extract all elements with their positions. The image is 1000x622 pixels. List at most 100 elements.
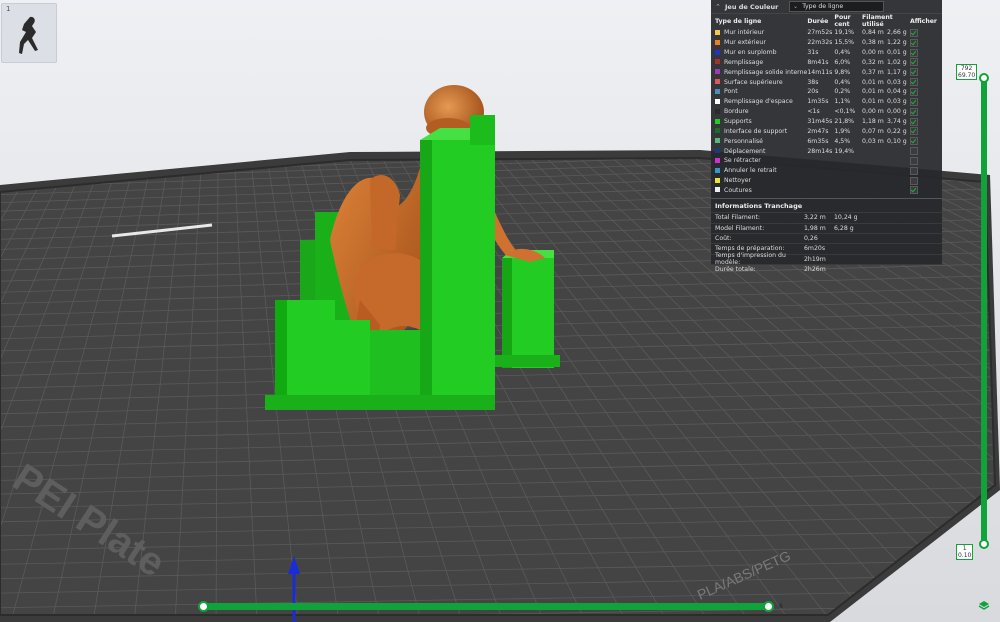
color-swatch [715, 108, 720, 114]
row-filament: 1,18 m 3,74 g [862, 117, 910, 127]
row-show [909, 97, 937, 107]
row-percent: 19,1% [834, 29, 855, 37]
show-checkbox[interactable] [909, 87, 918, 96]
show-checkbox[interactable] [909, 137, 918, 146]
slice-info-row: Model Filament: 1,98 m 6,28 g [711, 222, 942, 233]
row-weight: 0,10 g [887, 137, 907, 145]
row-label-text: Mur intérieur [724, 29, 765, 37]
show-checkbox[interactable] [909, 117, 918, 126]
row-show [909, 38, 937, 48]
row-label: Remplissage d'espace [715, 97, 807, 107]
slice-value: 2h26m [804, 265, 826, 273]
show-checkbox[interactable] [909, 48, 918, 57]
table-row: Déplacement 28m14s 19,4% [715, 146, 937, 156]
table-row: Pont 20s 0,2% 0,01 m 0,04 g [715, 87, 937, 97]
layer-slider-bottom-handle[interactable] [979, 539, 989, 549]
show-checkbox[interactable] [909, 68, 918, 77]
row-label: Remplissage [715, 58, 807, 68]
chevron-down-icon: ⌄ [793, 3, 799, 10]
row-duration [807, 186, 834, 196]
show-checkbox[interactable] [909, 147, 918, 156]
show-checkbox[interactable] [909, 156, 918, 165]
collapse-icon[interactable]: ⌃ [715, 3, 723, 11]
row-filament: 0,84 m 2,66 g [862, 28, 910, 38]
row-duration: 38s [807, 78, 819, 86]
table-header: Type de ligne Durée Pour cent Filament u… [715, 14, 937, 28]
slice-info-title: Informations Tranchage [711, 198, 942, 212]
row-label-text: Remplissage solide interne [724, 68, 808, 76]
row-filament: 0,00 m 0,01 g [862, 48, 910, 58]
row-label: Coutures [715, 186, 807, 196]
row-weight: 0,00 g [887, 108, 907, 116]
row-percent: 6,0% [834, 58, 851, 66]
show-checkbox[interactable] [909, 107, 918, 116]
color-swatch [715, 29, 720, 35]
row-label: Personnalisé [715, 136, 807, 146]
table-row: Se rétracter [715, 156, 937, 166]
row-duration: 31s [807, 49, 819, 57]
row-label: Interface de support [715, 126, 807, 136]
row-weight: 0,04 g [887, 88, 907, 96]
show-checkbox[interactable] [909, 127, 918, 136]
move-slider-track[interactable] [201, 603, 769, 610]
show-checkbox[interactable] [909, 78, 918, 87]
row-label-text: Déplacement [724, 147, 766, 155]
row-label-text: Bordure [724, 108, 749, 116]
layers-icon[interactable] [978, 600, 990, 612]
layer-slider-track[interactable] [981, 74, 987, 544]
table-row: Personnalisé 6m35s 4,5% 0,03 m 0,10 g [715, 136, 937, 146]
table-row: Remplissage d'espace 1m35s 1,1% 0,01 m 0,03 … [715, 97, 937, 107]
row-duration: 1m35s [807, 98, 829, 106]
color-swatch [715, 49, 720, 55]
layer-slider-top-handle[interactable] [979, 73, 989, 83]
view-type-value: Type de ligne [802, 3, 844, 10]
row-show [909, 87, 937, 97]
move-slider-start-handle[interactable] [198, 601, 209, 612]
row-filament [862, 186, 910, 196]
view-type-dropdown[interactable]: ⌄ Type de ligne [789, 1, 884, 12]
table-row: Surface supérieure 38s 0,4% 0,01 m 0,03 g [715, 77, 937, 87]
show-checkbox[interactable] [909, 38, 918, 47]
row-label-text: Pont [724, 88, 738, 96]
row-length: 0,00 m [862, 49, 884, 57]
color-swatch [715, 128, 720, 134]
row-show [909, 77, 937, 87]
color-swatch [715, 98, 720, 104]
model-thumbnail-icon [19, 16, 38, 54]
show-checkbox[interactable] [909, 186, 918, 195]
show-checkbox[interactable] [909, 28, 918, 37]
show-checkbox[interactable] [909, 97, 918, 106]
row-percent: 4,5% [834, 137, 851, 145]
move-slider-end-handle[interactable] [763, 601, 774, 612]
line-type-table: Type de ligne Durée Pour cent Filament u… [715, 14, 937, 195]
show-checkbox[interactable] [909, 58, 918, 67]
header-filament: Filament utilisé [862, 14, 893, 28]
row-percent: 1,1% [834, 98, 851, 106]
row-label-text: Mur en surplomb [724, 49, 777, 57]
plate-thumbnail[interactable]: 1 [1, 3, 57, 63]
row-show [909, 28, 937, 38]
slice-value: 6m20s [804, 245, 826, 253]
move-slider-value: 6 [779, 603, 783, 610]
row-length: 0,01 m [862, 98, 884, 106]
row-length: 0,01 m [862, 88, 884, 96]
table-row: Supports 31m45s 21,8% 1,18 m 3,74 g [715, 117, 937, 127]
row-percent: 0,4% [834, 78, 851, 86]
row-label: Surface supérieure [715, 77, 807, 87]
row-length: 0,84 m [862, 29, 884, 37]
row-filament: 0,37 m 1,17 g [862, 67, 910, 77]
row-length: 0,03 m [862, 137, 884, 145]
show-checkbox[interactable] [909, 176, 918, 185]
show-checkbox[interactable] [909, 166, 918, 175]
row-label: Mur extérieur [715, 38, 807, 48]
header-show: Afficher [909, 17, 937, 25]
color-swatch [715, 59, 720, 65]
row-show [909, 48, 937, 58]
slice-value: 3,22 m [804, 214, 826, 222]
row-label: Mur intérieur [715, 28, 807, 38]
row-filament [862, 176, 910, 186]
row-length: 1,18 m [862, 118, 884, 126]
row-label: Nettoyer [715, 176, 807, 186]
color-swatch [715, 118, 720, 124]
row-filament: 0,01 m 0,03 g [862, 97, 910, 107]
